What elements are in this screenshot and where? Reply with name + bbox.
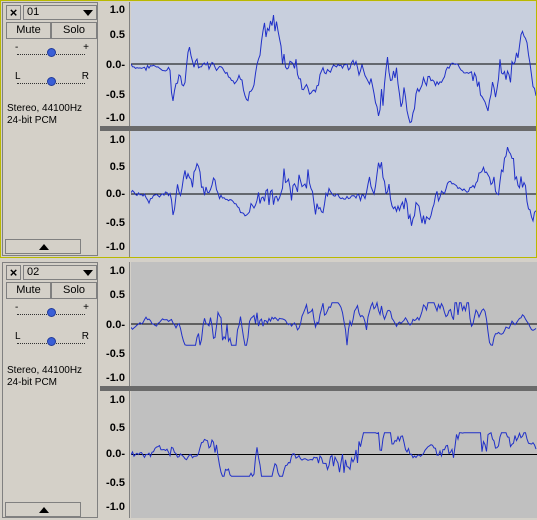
ruler-tick: -0.5: [106, 89, 125, 101]
mute-button[interactable]: Mute: [6, 22, 51, 39]
close-track-button[interactable]: ×: [6, 265, 21, 280]
track-02[interactable]: × 02 Mute Solo - + L R Stereo, 44100Hz 2…: [0, 260, 537, 520]
waveform-left-channel[interactable]: [131, 2, 537, 126]
waveform-svg: [131, 262, 537, 386]
ruler-tick: -1.0: [106, 241, 125, 253]
ruler-tick: -1.0: [106, 112, 125, 124]
ruler-tick: 1.0: [109, 4, 125, 16]
format-rate: Stereo, 44100Hz: [7, 103, 83, 114]
chevron-up-icon: [39, 507, 49, 513]
gain-slider-thumb[interactable]: [47, 48, 56, 57]
track-control-panel: × 02 Mute Solo - + L R Stereo, 44100Hz 2…: [2, 262, 98, 518]
pan-slider-thumb[interactable]: [47, 337, 56, 346]
gain-slider[interactable]: - +: [13, 42, 89, 63]
pan-slider[interactable]: L R: [13, 331, 89, 352]
vertical-ruler-left: 1.0 0.5 0.0- -0.5 -1.0: [100, 2, 130, 126]
gain-min-label: -: [15, 302, 19, 313]
ruler-tick: -0.5: [106, 348, 125, 360]
format-bits: 24-bit PCM: [7, 115, 58, 126]
vertical-ruler-right: 1.0 0.5 0.0- -0.5 -1.0: [100, 131, 130, 257]
ruler-tick: 0.5: [109, 422, 125, 434]
gain-min-label: -: [15, 42, 19, 53]
ruler-tick: -0.5: [106, 477, 125, 489]
track-name: 01: [27, 6, 40, 18]
format-bits: 24-bit PCM: [7, 377, 58, 388]
waveform-svg: [131, 391, 537, 518]
ruler-tick: 0.5: [109, 289, 125, 301]
chevron-down-icon: [83, 270, 93, 276]
vertical-ruler-left: 1.0 0.5 0.0- -0.5 -1.0: [100, 262, 130, 386]
track-format-info: Stereo, 44100Hz 24-bit PCM: [7, 365, 82, 389]
pan-slider-thumb[interactable]: [47, 77, 56, 86]
track-name-menu[interactable]: 01: [23, 5, 97, 20]
ruler-tick: 1.0: [109, 265, 125, 277]
chevron-down-icon: [83, 10, 93, 16]
collapse-track-button[interactable]: [5, 502, 81, 517]
pan-right-label: R: [81, 71, 89, 82]
format-rate: Stereo, 44100Hz: [7, 365, 83, 376]
ruler-tick: 0.0-: [106, 59, 125, 71]
track-name-menu[interactable]: 02: [23, 265, 97, 280]
ruler-tick: 1.0: [109, 394, 125, 406]
pan-right-label: R: [81, 331, 89, 342]
waveform-svg: [131, 2, 537, 126]
track-format-info: Stereo, 44100Hz 24-bit PCM: [7, 103, 82, 127]
ruler-tick: 0.5: [109, 29, 125, 41]
gain-max-label: +: [83, 302, 89, 313]
track-name: 02: [27, 266, 40, 278]
solo-button[interactable]: Solo: [51, 22, 97, 39]
ruler-tick: -1.0: [106, 501, 125, 513]
pan-left-label: L: [15, 331, 21, 342]
mute-button[interactable]: Mute: [6, 282, 51, 299]
gain-max-label: +: [83, 42, 89, 53]
ruler-tick: 0.0-: [106, 448, 125, 460]
waveform-right-channel[interactable]: [131, 391, 537, 518]
track-01[interactable]: × 01 Mute Solo - + L R Stereo, 44100Hz 2…: [0, 0, 537, 258]
track-control-panel: × 01 Mute Solo - + L R Stereo, 44100Hz 2…: [2, 2, 98, 256]
ruler-tick: 1.0: [109, 134, 125, 146]
waveform-left-channel[interactable]: [131, 262, 537, 386]
ruler-tick: -1.0: [106, 372, 125, 384]
chevron-up-icon: [39, 244, 49, 250]
gain-slider-thumb[interactable]: [47, 308, 56, 317]
close-track-button[interactable]: ×: [6, 5, 21, 20]
solo-button[interactable]: Solo: [51, 282, 97, 299]
ruler-tick: -0.5: [106, 217, 125, 229]
ruler-tick: 0.0-: [106, 188, 125, 200]
waveform-right-channel[interactable]: [131, 131, 537, 257]
vertical-ruler-right: 1.0 0.5 0.0- -0.5 -1.0: [100, 391, 130, 518]
ruler-tick: 0.5: [109, 161, 125, 173]
pan-left-label: L: [15, 71, 21, 82]
waveform-svg: [131, 131, 537, 257]
gain-slider[interactable]: - +: [13, 302, 89, 323]
collapse-track-button[interactable]: [5, 239, 81, 254]
pan-slider[interactable]: L R: [13, 71, 89, 92]
ruler-tick: 0.0-: [106, 319, 125, 331]
